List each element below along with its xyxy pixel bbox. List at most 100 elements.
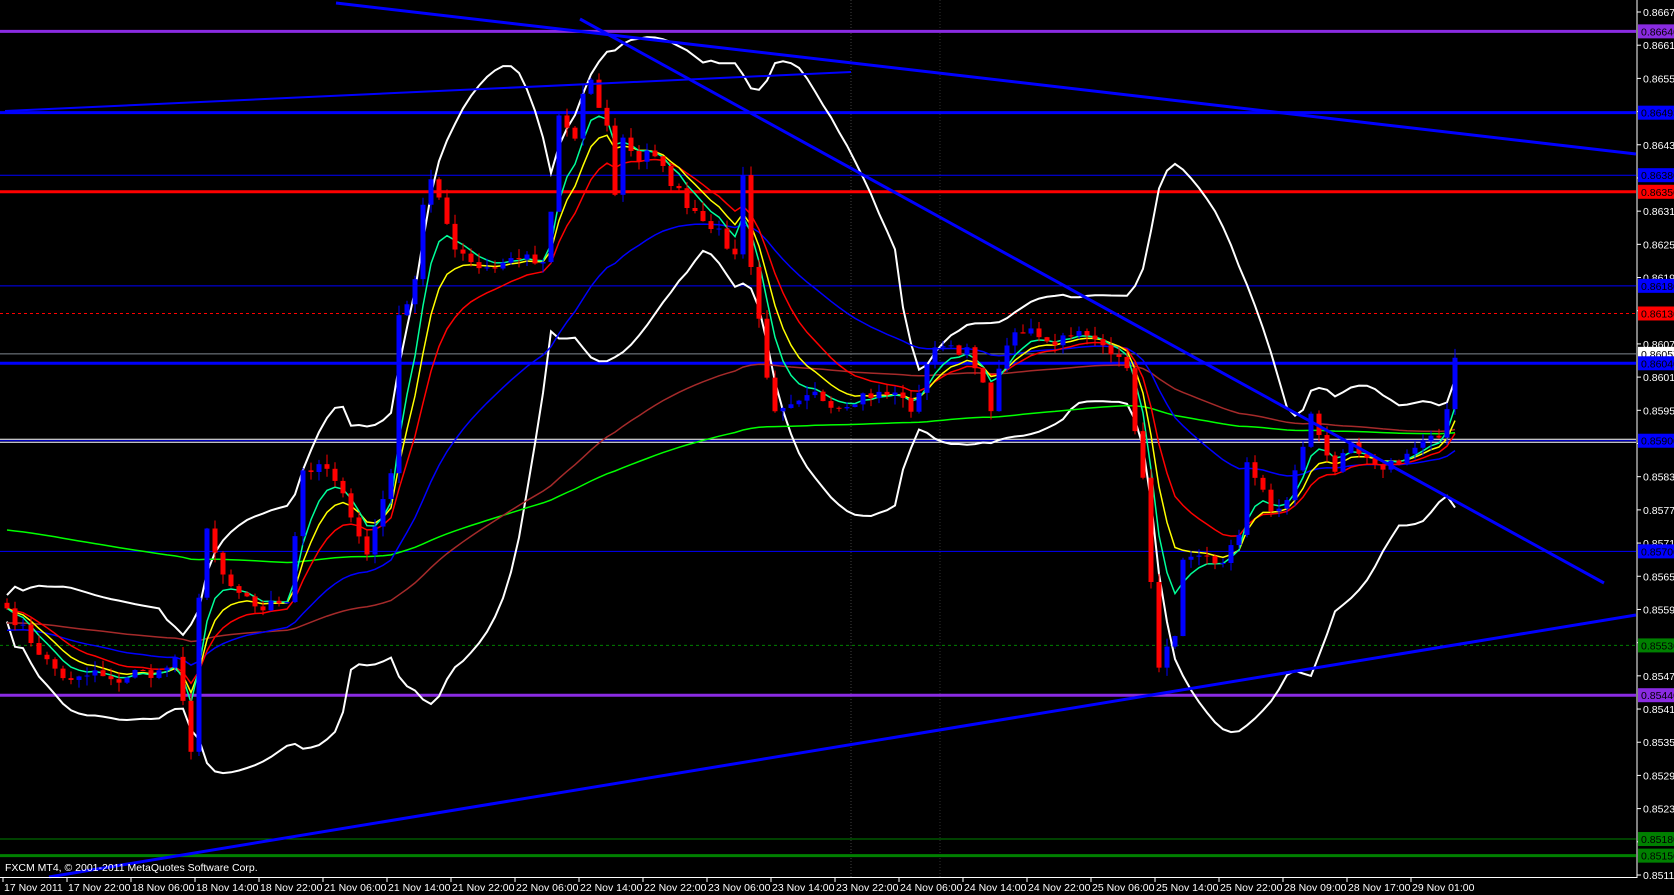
candle-body xyxy=(820,391,826,402)
level-price-label: 0.86130 xyxy=(1638,306,1674,321)
candle xyxy=(204,527,210,600)
candle-body xyxy=(1228,545,1234,563)
candle-body xyxy=(1252,462,1258,478)
candle-body xyxy=(100,670,106,677)
candle-body xyxy=(1260,477,1266,490)
candle-body xyxy=(796,400,802,405)
time-tick-label: 18 Nov 22:00 xyxy=(260,882,323,894)
time-tick-label: 28 Nov 09:00 xyxy=(1284,882,1347,894)
candle-body xyxy=(812,391,818,396)
candle-body xyxy=(468,253,474,263)
candle-body xyxy=(228,574,234,587)
candle-body xyxy=(604,107,610,126)
candle-body xyxy=(740,175,746,255)
price-tick-label: 0.86255 xyxy=(1643,239,1674,251)
candle-body xyxy=(276,600,282,604)
time-tick-label: 25 Nov 22:00 xyxy=(1220,882,1283,894)
candle-body xyxy=(540,262,546,264)
candle-body xyxy=(1100,339,1106,346)
candle-body xyxy=(932,347,938,365)
candle-body xyxy=(292,536,298,603)
candle-body xyxy=(1212,556,1218,564)
candle-body xyxy=(1068,335,1074,337)
candle-body xyxy=(1140,431,1146,478)
time-tick-label: 22 Nov 06:00 xyxy=(516,882,579,894)
candle-body xyxy=(876,391,882,399)
time-tick-label: 23 Nov 22:00 xyxy=(836,882,899,894)
candle-body xyxy=(164,667,170,671)
price-tick-label: 0.85115 xyxy=(1643,870,1674,882)
candle xyxy=(764,310,770,380)
candle-body xyxy=(20,624,26,626)
level-label-text: 0.86130 xyxy=(1641,308,1674,320)
candle xyxy=(1452,348,1458,415)
level-label-text: 0.86040 xyxy=(1641,358,1674,370)
candle-body xyxy=(284,602,290,604)
candle-body xyxy=(332,468,338,481)
candle-body xyxy=(668,165,674,187)
time-tick-label: 23 Nov 14:00 xyxy=(772,882,835,894)
level-label-text: 0.85700 xyxy=(1641,546,1674,558)
candle-body xyxy=(260,606,266,611)
time-tick-label: 23 Nov 06:00 xyxy=(708,882,771,894)
price-tick-label: 0.86675 xyxy=(1643,7,1674,19)
candle-body xyxy=(716,228,722,230)
candle-body xyxy=(572,127,578,139)
candle-body xyxy=(444,197,450,224)
candle-body xyxy=(1220,562,1226,564)
candle xyxy=(548,211,554,264)
price-chart[interactable]: 0.866750.866150.865550.864950.864350.863… xyxy=(0,0,1674,895)
candle-body xyxy=(692,207,698,211)
candle-body xyxy=(860,393,866,405)
candle-body xyxy=(1404,453,1410,464)
candle-body xyxy=(756,266,762,319)
level-label-text: 0.85900 xyxy=(1641,436,1674,448)
candle-body xyxy=(772,377,778,412)
candle-body xyxy=(580,93,586,139)
candle-body xyxy=(1196,555,1202,557)
candle-body xyxy=(628,137,634,152)
price-tick-label: 0.85835 xyxy=(1643,472,1674,484)
candle-body xyxy=(900,392,906,399)
candle xyxy=(348,488,354,523)
level-price-label: 0.86640 xyxy=(1638,24,1674,39)
price-tick-label: 0.85355 xyxy=(1643,737,1674,749)
level-label-text: 0.86640 xyxy=(1641,26,1674,38)
level-label-text: 0.85150 xyxy=(1641,851,1674,863)
candle-body xyxy=(404,304,410,316)
candle-body xyxy=(244,592,250,597)
candle-body xyxy=(76,676,82,680)
candle-body xyxy=(1324,435,1330,456)
candle-body xyxy=(300,470,306,537)
candle-body xyxy=(780,408,786,412)
candle-body xyxy=(1076,331,1082,337)
level-price-label: 0.85150 xyxy=(1638,848,1674,863)
candle-body xyxy=(828,401,834,408)
candle-body xyxy=(52,659,58,669)
level-price-label: 0.85440 xyxy=(1638,688,1674,703)
candle-body xyxy=(84,675,90,677)
candle xyxy=(572,125,578,141)
time-tick-label: 25 Nov 14:00 xyxy=(1156,882,1219,894)
candle-body xyxy=(988,382,994,412)
candle-body xyxy=(196,597,202,752)
candle-body xyxy=(1084,331,1090,336)
candle-body xyxy=(660,156,666,166)
price-tick-label: 0.85295 xyxy=(1643,770,1674,782)
candle-body xyxy=(748,175,754,267)
time-tick-label: 21 Nov 22:00 xyxy=(452,882,515,894)
candle-body xyxy=(1028,328,1034,334)
candle-body xyxy=(1116,354,1122,357)
candle-body xyxy=(532,254,538,264)
candle-body xyxy=(732,248,738,255)
candle-body xyxy=(1132,368,1138,432)
candle-body xyxy=(804,395,810,401)
level-price-label: 0.85700 xyxy=(1638,544,1674,559)
candle-body xyxy=(172,656,178,668)
candle xyxy=(612,118,618,197)
candle xyxy=(740,166,746,259)
candle-body xyxy=(60,668,66,679)
candle xyxy=(396,305,402,483)
level-price-label: 0.86040 xyxy=(1638,356,1674,371)
level-label-text: 0.85180 xyxy=(1641,834,1674,846)
